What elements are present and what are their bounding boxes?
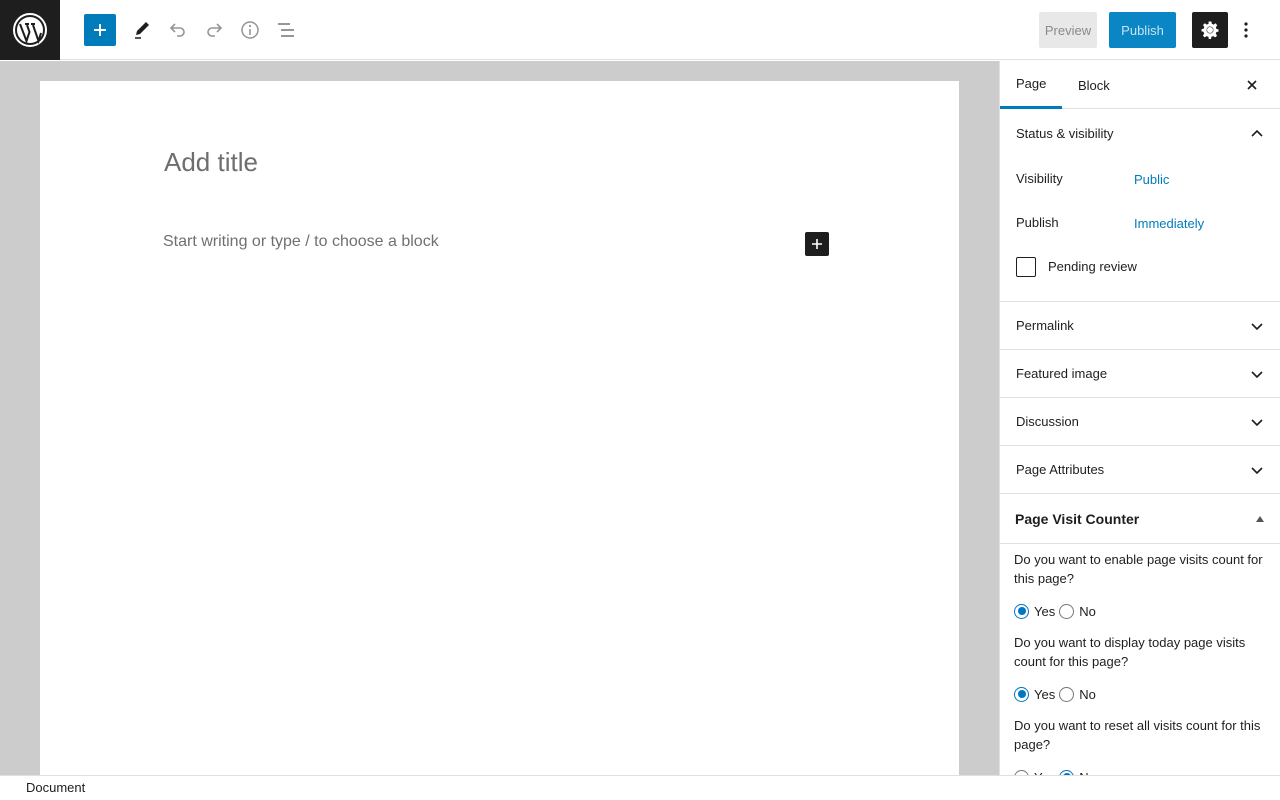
discussion-title: Discussion [1016, 414, 1079, 429]
undo-button[interactable] [160, 12, 196, 48]
pending-review-label: Pending review [1048, 259, 1137, 274]
inline-add-block-button[interactable] [805, 232, 829, 256]
add-block-button[interactable] [84, 14, 116, 46]
editor-page: Start writing or type / to choose a bloc… [40, 81, 959, 775]
display-today-question: Do you want to display today page visits… [1014, 635, 1246, 669]
settings-sidebar: Page Block Status & visibility Visibilit… [999, 61, 1280, 775]
editor-header: Preview Publish [0, 0, 1280, 60]
chevron-down-icon [1245, 314, 1269, 338]
status-visibility-title: Status & visibility [1016, 125, 1114, 141]
discussion-panel[interactable]: Discussion [1000, 397, 1280, 445]
options-button[interactable] [1234, 12, 1258, 48]
undo-icon [169, 23, 185, 37]
publish-label: Publish [1016, 215, 1059, 230]
publish-button[interactable]: Publish [1109, 12, 1176, 48]
details-button[interactable] [232, 12, 268, 48]
plus-icon [94, 24, 106, 36]
triangle-up-icon [1256, 515, 1264, 522]
chevron-down-icon [1245, 458, 1269, 482]
no-label: No [1079, 603, 1096, 619]
reset-count-options: Yes No [1014, 768, 1100, 775]
permalink-title: Permalink [1016, 318, 1074, 333]
no-label: No [1079, 686, 1096, 702]
reset-count-question: Do you want to reset all visits count fo… [1014, 718, 1261, 752]
status-visibility-toggle[interactable]: Status & visibility [1000, 109, 1280, 157]
enable-count-question: Do you want to enable page visits count … [1014, 552, 1263, 586]
visibility-label: Visibility [1016, 171, 1063, 186]
kebab-icon [1244, 22, 1248, 38]
editor-canvas: Start writing or type / to choose a bloc… [0, 61, 999, 775]
enable-count-options: Yes No [1014, 602, 1100, 620]
display-today-no-radio[interactable] [1059, 686, 1075, 702]
redo-button[interactable] [196, 12, 232, 48]
yes-label: Yes [1034, 603, 1056, 619]
list-view-icon [278, 23, 294, 37]
close-sidebar-button[interactable] [1240, 73, 1264, 97]
yes-label: Yes [1034, 686, 1056, 702]
settings-button[interactable] [1192, 12, 1228, 48]
chevron-down-icon [1245, 410, 1269, 434]
page-visit-counter-toggle[interactable]: Page Visit Counter [1000, 493, 1280, 544]
tools-button[interactable] [124, 12, 160, 48]
list-view-button[interactable] [268, 12, 304, 48]
editor-footer: Document [0, 775, 1280, 800]
title-input[interactable] [164, 141, 824, 183]
sidebar-tabs: Page Block [1000, 61, 1280, 109]
close-icon [1247, 80, 1257, 90]
page-attributes-title: Page Attributes [1016, 462, 1105, 477]
page-attributes-panel[interactable]: Page Attributes [1000, 445, 1280, 493]
tab-block[interactable]: Block [1062, 61, 1126, 109]
preview-button[interactable]: Preview [1039, 12, 1097, 48]
block-placeholder[interactable]: Start writing or type / to choose a bloc… [163, 233, 439, 251]
wordpress-logo-icon[interactable] [0, 0, 60, 60]
display-today-options: Yes No [1014, 685, 1100, 703]
display-today-yes-radio[interactable] [1014, 686, 1029, 702]
info-icon [241, 21, 259, 39]
chevron-down-icon [1245, 362, 1269, 386]
chevron-up-icon [1245, 121, 1269, 145]
featured-image-panel[interactable]: Featured image [1000, 349, 1280, 397]
redo-icon [207, 23, 223, 37]
breadcrumb[interactable]: Document [26, 780, 85, 795]
page-visit-counter-title: Page Visit Counter [1015, 510, 1140, 527]
publish-date-button[interactable]: Immediately [1134, 216, 1204, 231]
featured-image-title: Featured image [1016, 366, 1108, 381]
plus-icon [812, 239, 822, 249]
enable-count-yes-radio[interactable] [1014, 603, 1029, 619]
visibility-value-button[interactable]: Public [1134, 172, 1169, 187]
pending-review-checkbox[interactable] [1016, 257, 1036, 277]
gear-icon [1201, 21, 1219, 39]
permalink-panel[interactable]: Permalink [1000, 301, 1280, 349]
pencil-icon [135, 22, 149, 39]
enable-count-no-radio[interactable] [1059, 603, 1075, 619]
tab-page[interactable]: Page [1000, 61, 1062, 109]
